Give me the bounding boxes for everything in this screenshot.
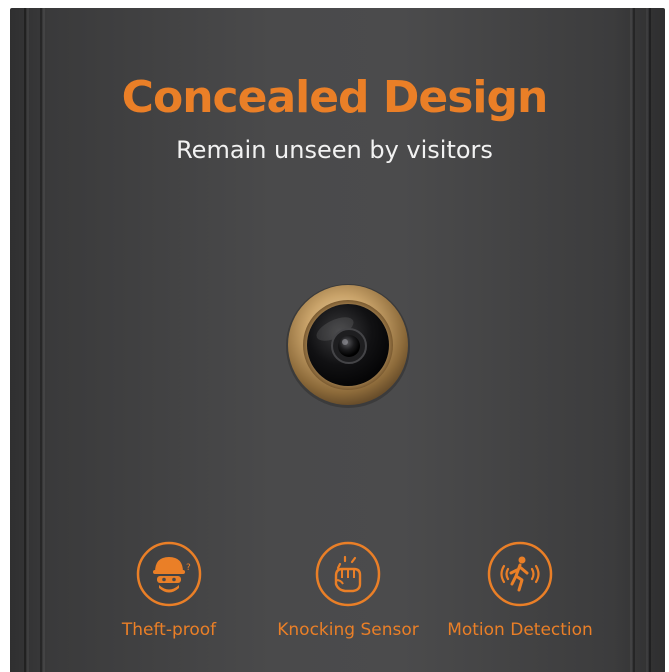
feature-label: Theft-proof	[121, 620, 217, 640]
feature-label: Knocking Sensor	[277, 620, 419, 640]
feature-knocking-sensor: Knocking Sensor	[253, 540, 443, 640]
subheadline: Remain unseen by visitors	[176, 136, 493, 164]
peephole-camera-icon	[286, 284, 410, 408]
feature-theft-proof: ? Theft-proof	[74, 540, 264, 640]
motion-person-icon	[487, 541, 553, 607]
knocking-hand-icon	[315, 541, 381, 607]
product-banner: Concealed Design Remain unseen by visito…	[0, 0, 669, 672]
feature-label: Motion Detection	[447, 620, 593, 640]
svg-text:?: ?	[186, 563, 191, 573]
headline: Concealed Design	[121, 72, 549, 123]
thief-icon: ?	[136, 541, 202, 607]
feature-motion-detection: Motion Detection	[425, 540, 615, 640]
